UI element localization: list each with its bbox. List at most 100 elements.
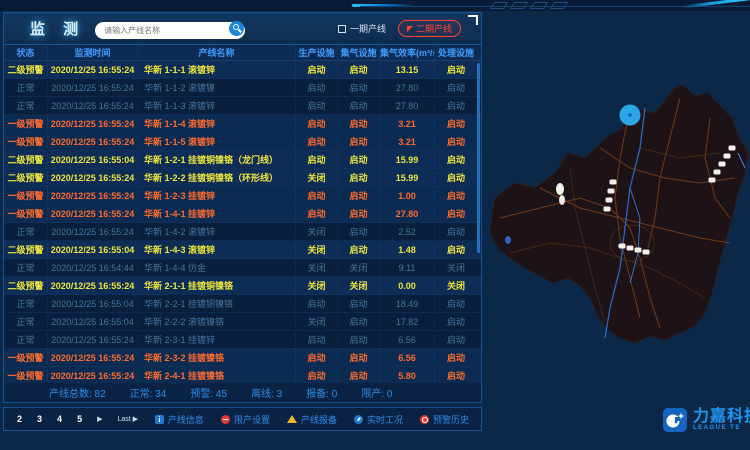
table-row[interactable]: 正常2020/12/25 16:55:24华新 1-1-2 滚镀镍启动启动27.…: [4, 79, 481, 97]
phase2-button[interactable]: 二期产线: [398, 20, 461, 37]
cluster-dot: [628, 113, 632, 117]
table-cell: 启动: [296, 297, 338, 310]
toolbar-button-label: 产线报备: [301, 413, 337, 426]
table-cell: 启动: [435, 351, 477, 364]
brand-logo-text: 力嘉科技 LEAGUE TE: [693, 408, 750, 431]
page-number[interactable]: 4: [57, 414, 62, 424]
table-row[interactable]: 一级预警2020/12/25 16:55:24华新 2-3-2 挂镀镍铬启动启动…: [4, 349, 481, 367]
table-row[interactable]: 正常2020/12/25 16:55:04华新 2-2-2 滚镀镍铬关闭启动17…: [4, 313, 481, 331]
facility-marker[interactable]: [606, 198, 613, 203]
table-cell: 华新 1-1-3 滚镀锌: [138, 99, 296, 112]
table-row[interactable]: 一级预警2020/12/25 16:55:24华新 1-4-1 挂镀锌启动启动2…: [4, 205, 481, 223]
table-row[interactable]: 正常2020/12/25 16:55:04华新 2-2-1 挂镀铜镍铬启动启动1…: [4, 295, 481, 313]
facility-marker[interactable]: [719, 162, 726, 167]
summary-stat: 离线: 3: [251, 385, 282, 400]
district-map[interactable]: [480, 58, 750, 403]
facility-marker[interactable]: [627, 246, 634, 251]
table-cell: 启动: [338, 333, 380, 346]
table-cell: 一级预警: [4, 135, 48, 148]
产线信息-button[interactable]: 产线信息: [155, 413, 204, 426]
实时工况-button[interactable]: 实时工况: [354, 413, 403, 426]
checkbox-icon[interactable]: [338, 25, 346, 33]
facility-marker[interactable]: [709, 178, 716, 183]
table-row[interactable]: 一级预警2020/12/25 16:55:24华新 1-1-4 滚镀锌启动启动3…: [4, 115, 481, 133]
table-cell: 关闭: [296, 315, 338, 328]
next-page-button[interactable]: ▶: [97, 415, 102, 423]
table-cell: 关闭: [296, 171, 338, 184]
last-page-button[interactable]: Last ▶: [117, 415, 138, 423]
phase1-checkbox-group[interactable]: 一期产线: [338, 22, 386, 35]
pagination: 12345▶Last ▶: [3, 414, 138, 424]
monitoring-panel: 监 测 一期产线 二期产线 状态监测时间产线名称生产设施集气设施集气效率(m³/…: [3, 12, 482, 403]
restrict-icon: [221, 415, 230, 424]
facility-marker[interactable]: [724, 154, 731, 159]
table-cell: 启动: [435, 63, 477, 76]
toolbar-button-label: 实时工况: [367, 413, 403, 426]
page-number[interactable]: 5: [77, 414, 82, 424]
column-header: 处理设施: [435, 46, 477, 59]
column-header: 状态: [4, 46, 48, 59]
table-row[interactable]: 二级预警2020/12/25 16:55:04华新 1-2-1 挂镀铜镍铬（龙门…: [4, 151, 481, 169]
table-cell: 启动: [296, 333, 338, 346]
table-cell: 2020/12/25 16:55:24: [48, 173, 138, 183]
table-cell: 启动: [435, 315, 477, 328]
table-cell: 华新 2-2-2 滚镀镍铬: [138, 315, 296, 328]
column-header: 生产设施: [296, 46, 338, 59]
table-cell: 启动: [338, 171, 380, 184]
table-cell: 15.99: [380, 173, 435, 183]
summary-bar: 产线总数: 82正常: 34预警: 45离线: 3报备: 0限产: 0: [4, 383, 481, 402]
table-cell: 启动: [435, 171, 477, 184]
cluster-marker[interactable]: [620, 105, 641, 126]
table-cell: 二级预警: [4, 243, 48, 256]
table-cell: 3.21: [380, 119, 435, 129]
table-row[interactable]: 正常2020/12/25 16:55:24华新 1-1-3 滚镀锌启动启动27.…: [4, 97, 481, 115]
table-row[interactable]: 二级预警2020/12/25 16:55:24华新 1-1-1 滚镀锌启动启动1…: [4, 61, 481, 79]
table-cell: 启动: [435, 99, 477, 112]
facility-marker[interactable]: [619, 244, 626, 249]
page-number[interactable]: 3: [37, 414, 42, 424]
table-cell: 2020/12/25 16:54:44: [48, 263, 138, 273]
table-cell: 华新 2-3-1 挂镀锌: [138, 333, 296, 346]
table-cell: 华新 2-2-1 挂镀铜镍铬: [138, 297, 296, 310]
facility-marker[interactable]: [610, 180, 617, 185]
search-box: [95, 20, 245, 37]
table-row[interactable]: 二级预警2020/12/25 16:55:24华新 2-1-1 挂镀铜镍铬关闭关…: [4, 277, 481, 295]
table-row[interactable]: 二级预警2020/12/25 16:55:24华新 1-2-2 挂镀铜镍铬（环形…: [4, 169, 481, 187]
facility-marker[interactable]: [635, 248, 642, 253]
table-cell: 启动: [435, 189, 477, 202]
table-cell: 启动: [296, 207, 338, 220]
table-cell: 一级预警: [4, 189, 48, 202]
table-cell: 2020/12/25 16:55:24: [48, 101, 138, 111]
table-row[interactable]: 二级预警2020/12/25 16:55:04华新 1-4-3 滚镀锌关闭启动1…: [4, 241, 481, 259]
phase1-label: 一期产线: [350, 22, 386, 35]
corner-bracket: [468, 15, 478, 25]
page-number[interactable]: 2: [17, 414, 22, 424]
table-cell: 启动: [338, 351, 380, 364]
table-row[interactable]: 一级预警2020/12/25 16:55:24华新 1-2-3 挂镀锌启动启动1…: [4, 187, 481, 205]
table-cell: 2020/12/25 16:55:04: [48, 245, 138, 255]
table-cell: 2020/12/25 16:55:04: [48, 299, 138, 309]
table-row[interactable]: 正常2020/12/25 16:54:44华新 1-4-4 仿金关闭关闭9.11…: [4, 259, 481, 277]
table-cell: 启动: [296, 351, 338, 364]
table-cell: 一级预警: [4, 351, 48, 364]
table-cell: 正常: [4, 297, 48, 310]
预警历史-button[interactable]: 预警历史: [420, 413, 469, 426]
table-cell: 二级预警: [4, 153, 48, 166]
table-cell: 2020/12/25 16:55:24: [48, 119, 138, 129]
table-cell: 二级预警: [4, 279, 48, 292]
search-input[interactable]: [95, 22, 245, 39]
table-cell: 启动: [338, 81, 380, 94]
facility-marker[interactable]: [604, 207, 611, 212]
table-cell: 启动: [435, 207, 477, 220]
facility-marker[interactable]: [608, 189, 615, 194]
table-row[interactable]: 正常2020/12/25 16:55:24华新 2-3-1 挂镀锌启动启动6.5…: [4, 331, 481, 349]
facility-marker[interactable]: [714, 170, 721, 175]
table-row[interactable]: 一级预警2020/12/25 16:55:24华新 1-1-5 滚镀锌启动启动3…: [4, 133, 481, 151]
table-cell: 正常: [4, 225, 48, 238]
限产设置-button[interactable]: 限产设置: [221, 413, 270, 426]
facility-marker[interactable]: [729, 146, 736, 151]
table-cell: 启动: [435, 81, 477, 94]
产线报备-button[interactable]: 产线报备: [287, 413, 337, 426]
facility-marker[interactable]: [643, 250, 650, 255]
table-row[interactable]: 正常2020/12/25 16:55:24华新 1-4-2 滚镀锌关闭启动2.5…: [4, 223, 481, 241]
